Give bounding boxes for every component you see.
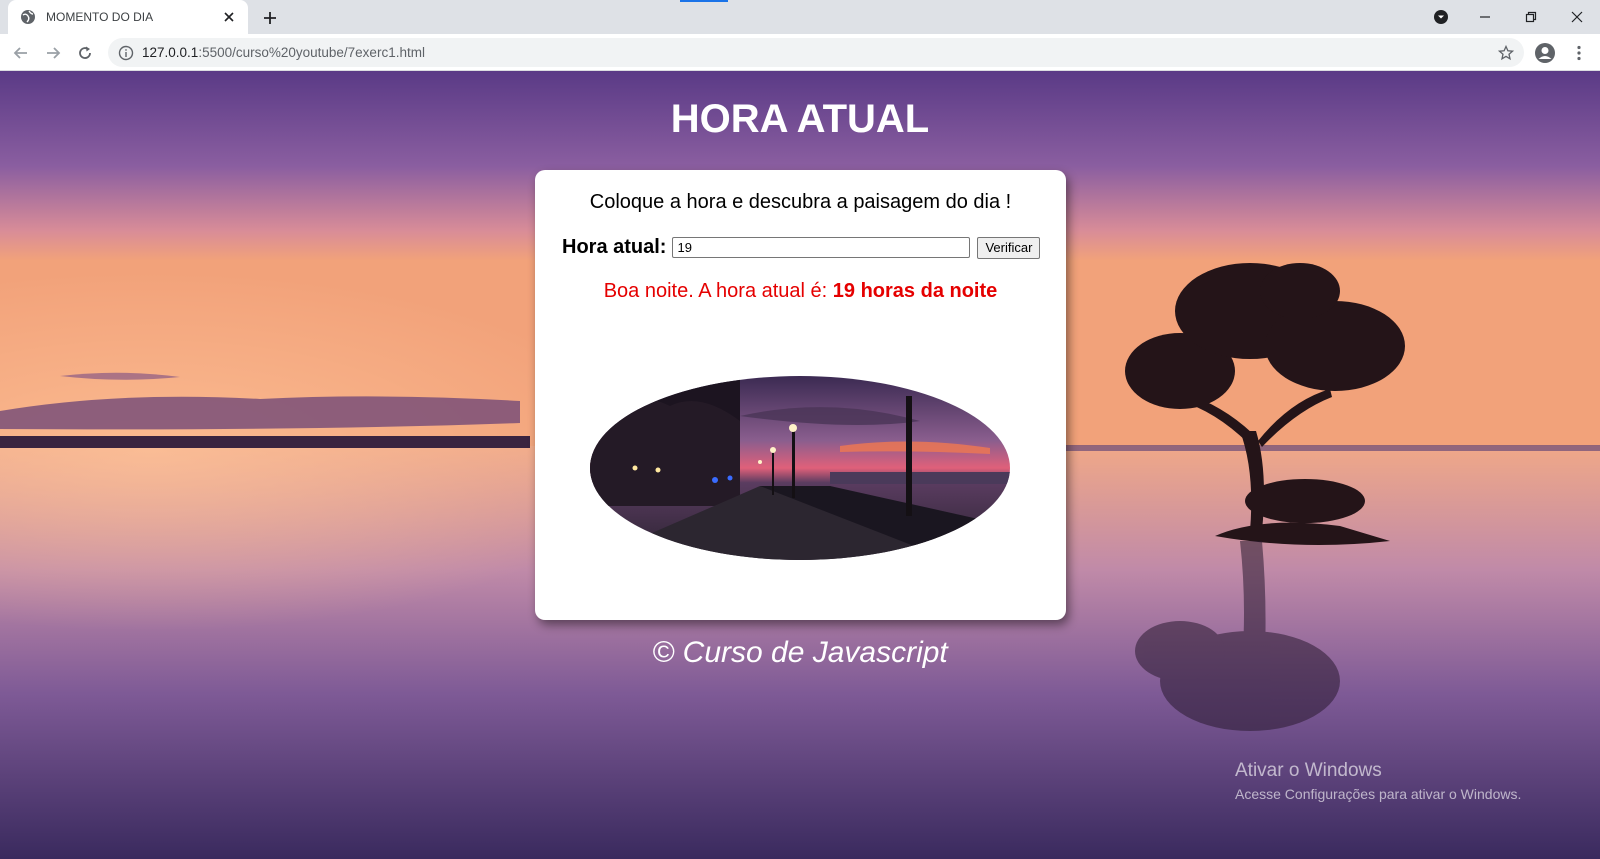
plus-icon[interactable] bbox=[258, 7, 282, 29]
profile-icon[interactable] bbox=[1532, 40, 1558, 66]
hour-input[interactable] bbox=[672, 237, 971, 258]
page-viewport: HORA ATUAL Coloque a hora e descubra a p… bbox=[0, 71, 1600, 859]
windows-activation-watermark: Ativar o Windows Acesse Configurações pa… bbox=[1235, 760, 1521, 802]
verify-button[interactable]: Verificar bbox=[977, 236, 1041, 259]
browser-toolbar: 127.0.0.1:5500/curso%20youtube/7exerc1.h… bbox=[0, 34, 1600, 71]
night-landscape-image bbox=[590, 376, 1010, 560]
hour-form: Hora atual: Verificar bbox=[562, 236, 1041, 259]
watermark-subtitle: Acesse Configurações para ativar o Windo… bbox=[1235, 786, 1522, 802]
media-dropdown-icon[interactable] bbox=[1418, 0, 1464, 34]
minimize-icon[interactable] bbox=[1462, 0, 1508, 34]
globe-icon bbox=[20, 9, 36, 25]
url-text: 127.0.0.1:5500/curso%20youtube/7exerc1.h… bbox=[142, 45, 1496, 60]
close-icon[interactable] bbox=[220, 8, 238, 26]
result-message: Boa noite. A hora atual é: 19 horas da n… bbox=[535, 280, 1066, 303]
menu-dots-icon[interactable] bbox=[1566, 40, 1592, 66]
result-hour: 19 horas da noite bbox=[832, 280, 998, 302]
instruction-text: Coloque a hora e descubra a paisagem do … bbox=[589, 191, 1012, 213]
url-host: 127.0.0.1 bbox=[142, 45, 199, 60]
info-icon[interactable] bbox=[118, 45, 134, 61]
star-icon[interactable] bbox=[1496, 43, 1516, 63]
reload-icon[interactable] bbox=[72, 40, 98, 66]
url-path: :5500/curso%20youtube/7exerc1.html bbox=[198, 45, 425, 60]
tab-title: MOMENTO DO DIA bbox=[46, 10, 154, 24]
forward-arrow-icon[interactable] bbox=[40, 40, 66, 66]
footer-copyright: © Curso de Javascript bbox=[652, 636, 948, 669]
content-card: Coloque a hora e descubra a paisagem do … bbox=[535, 170, 1066, 620]
hour-label: Hora atual: bbox=[562, 236, 667, 258]
page-title: HORA ATUAL bbox=[670, 97, 930, 141]
watermark-title: Ativar o Windows bbox=[1235, 760, 1382, 781]
back-arrow-icon[interactable] bbox=[8, 40, 34, 66]
tab-strip: MOMENTO DO DIA bbox=[0, 0, 1600, 34]
tab-loading-indicator bbox=[680, 0, 728, 2]
result-prefix: Boa noite. A hora atual é: bbox=[603, 280, 833, 302]
restore-icon[interactable] bbox=[1508, 0, 1554, 34]
address-bar[interactable]: 127.0.0.1:5500/curso%20youtube/7exerc1.h… bbox=[108, 38, 1524, 67]
browser-tab[interactable]: MOMENTO DO DIA bbox=[8, 0, 248, 34]
window-close-icon[interactable] bbox=[1554, 0, 1600, 34]
